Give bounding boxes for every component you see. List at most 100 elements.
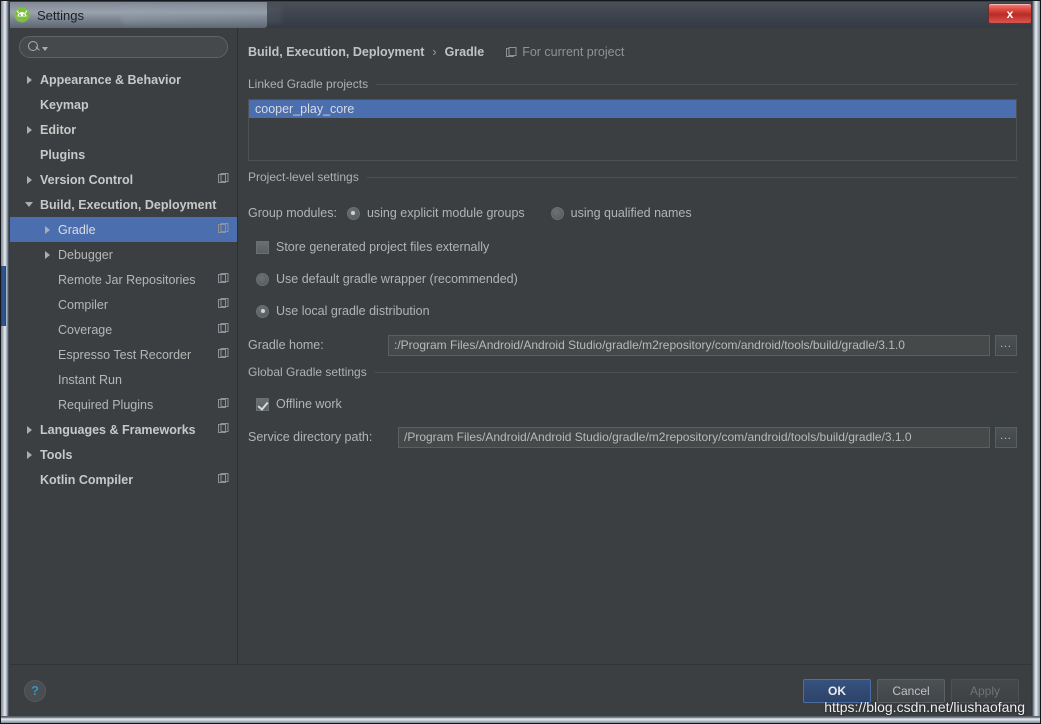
list-item[interactable]: cooper_play_core xyxy=(249,100,1016,118)
gradle-home-input[interactable]: :/Program Files/Android/Android Studio/g… xyxy=(388,335,990,356)
project-scope-icon xyxy=(218,348,229,359)
sidebar-item-coverage[interactable]: Coverage xyxy=(10,317,237,342)
search-input[interactable] xyxy=(48,39,219,55)
sidebar-item-label: Debugger xyxy=(58,248,113,262)
settings-dialog-window: Settings x Appearance & BehaviorKeymap Ed… xyxy=(0,0,1041,724)
chevron-right-icon[interactable] xyxy=(24,449,36,461)
gradle-settings-form: Linked Gradle projects cooper_play_core … xyxy=(238,62,1031,447)
detail-pane-scrollbar[interactable] xyxy=(1021,58,1031,664)
group-divider xyxy=(367,177,1017,178)
chevron-right-icon[interactable] xyxy=(24,74,36,86)
gradle-home-row: Gradle home: :/Program Files/Android/And… xyxy=(248,335,1017,355)
chevron-right-icon[interactable] xyxy=(24,124,36,136)
scope-indicator: For current project xyxy=(506,45,624,59)
sidebar-item-debugger[interactable]: Debugger xyxy=(10,242,237,267)
radio-qualified-names-label[interactable]: using qualified names xyxy=(571,206,692,220)
group-divider xyxy=(376,84,1017,85)
settings-tree[interactable]: Appearance & BehaviorKeymap Editor Plugins… xyxy=(10,65,237,664)
sidebar-item-label: Languages & Frameworks xyxy=(40,423,196,437)
sidebar-item-label: Kotlin Compiler xyxy=(40,473,133,487)
sidebar-item-label: Remote Jar Repositories xyxy=(58,273,196,287)
twisty-spacer xyxy=(24,99,36,111)
sidebar-item-compiler[interactable]: Compiler xyxy=(10,292,237,317)
sidebar-item-editor[interactable]: Editor xyxy=(10,117,237,142)
twisty-spacer xyxy=(42,349,54,361)
service-directory-input[interactable]: /Program Files/Android/Android Studio/gr… xyxy=(398,427,990,448)
checkbox-store-generated-files-externally[interactable] xyxy=(256,241,269,254)
dialog-content: Appearance & BehaviorKeymap Editor Plugins… xyxy=(10,28,1031,716)
dialog-main-split: Appearance & BehaviorKeymap Editor Plugins… xyxy=(10,28,1031,664)
settings-detail-pane: Build, Execution, Deployment › Gradle Fo… xyxy=(238,28,1031,664)
chevron-right-icon[interactable] xyxy=(42,224,54,236)
sidebar-item-gradle[interactable]: Gradle xyxy=(10,217,237,242)
android-studio-icon xyxy=(14,7,30,23)
group-modules-label: Group modules: xyxy=(248,206,337,220)
title-bar: Settings x xyxy=(2,2,1039,28)
sidebar-item-appearance-behavior[interactable]: Appearance & Behavior xyxy=(10,67,237,92)
search-box[interactable] xyxy=(19,36,228,58)
radio-explicit-module-groups[interactable] xyxy=(347,207,360,220)
chevron-right-icon[interactable] xyxy=(42,249,54,261)
twisty-spacer xyxy=(24,149,36,161)
use-wrapper-row: Use default gradle wrapper (recommended) xyxy=(248,269,1017,289)
service-directory-browse-button[interactable]: … xyxy=(995,427,1017,448)
window-edge-right xyxy=(1031,1,1040,723)
radio-use-default-gradle-wrapper[interactable] xyxy=(256,273,269,286)
watermark-text: https://blog.csdn.net/liushaofang xyxy=(824,699,1025,715)
group-divider xyxy=(375,372,1017,373)
project-scope-icon xyxy=(218,273,229,284)
window-edge-bottom xyxy=(1,716,1040,723)
gradle-home-label: Gradle home: xyxy=(248,338,388,352)
window-title: Settings xyxy=(37,8,84,23)
sidebar-item-label: Gradle xyxy=(58,223,96,237)
project-scope-icon xyxy=(218,223,229,234)
chevron-right-icon[interactable] xyxy=(24,424,36,436)
sidebar-item-keymap[interactable]: Keymap xyxy=(10,92,237,117)
linked-projects-list[interactable]: cooper_play_core xyxy=(248,99,1017,161)
breadcrumb: Build, Execution, Deployment › Gradle Fo… xyxy=(238,28,1031,62)
sidebar-item-plugins[interactable]: Plugins xyxy=(10,142,237,167)
use-local-distribution-row: Use local gradle distribution xyxy=(248,301,1017,321)
sidebar-item-label: Tools xyxy=(40,448,72,462)
chevron-down-icon[interactable] xyxy=(24,199,36,211)
twisty-spacer xyxy=(42,274,54,286)
sidebar-item-languages-frameworks[interactable]: Languages & Frameworks xyxy=(10,417,237,442)
project-scope-icon xyxy=(218,323,229,334)
sidebar-item-espresso-test-recorder[interactable]: Espresso Test Recorder xyxy=(10,342,237,367)
group-modules-row: Group modules: using explicit module gro… xyxy=(248,203,1017,223)
radio-qualified-names[interactable] xyxy=(551,207,564,220)
breadcrumb-current: Gradle xyxy=(445,45,485,59)
checkbox-offline-work-label[interactable]: Offline work xyxy=(276,397,342,411)
service-directory-row: Service directory path: /Program Files/A… xyxy=(248,427,1017,447)
linked-projects-group-header: Linked Gradle projects xyxy=(248,76,1017,92)
radio-use-local-gradle-distribution-label[interactable]: Use local gradle distribution xyxy=(276,304,430,318)
checkbox-offline-work[interactable] xyxy=(256,398,269,411)
settings-sidebar: Appearance & BehaviorKeymap Editor Plugins… xyxy=(10,28,238,664)
sidebar-item-instant-run[interactable]: Instant Run xyxy=(10,367,237,392)
sidebar-item-tools[interactable]: Tools xyxy=(10,442,237,467)
breadcrumb-parent[interactable]: Build, Execution, Deployment xyxy=(248,45,424,59)
checkbox-store-generated-files-externally-label[interactable]: Store generated project files externally xyxy=(276,240,489,254)
sidebar-item-kotlin-compiler[interactable]: Kotlin Compiler xyxy=(10,467,237,492)
radio-use-local-gradle-distribution[interactable] xyxy=(256,305,269,318)
gradle-home-browse-button[interactable]: … xyxy=(995,335,1017,356)
scope-label: For current project xyxy=(522,45,624,59)
sidebar-item-label: Coverage xyxy=(58,323,112,337)
help-button[interactable]: ? xyxy=(24,680,46,702)
sidebar-item-label: Plugins xyxy=(40,148,85,162)
service-directory-label: Service directory path: xyxy=(248,430,398,444)
twisty-spacer xyxy=(42,374,54,386)
close-button[interactable]: x xyxy=(988,3,1032,24)
radio-use-default-gradle-wrapper-label[interactable]: Use default gradle wrapper (recommended) xyxy=(276,272,518,286)
chevron-right-icon[interactable] xyxy=(24,174,36,186)
sidebar-item-build-execution-deployment[interactable]: Build, Execution, Deployment xyxy=(10,192,237,217)
search-icon xyxy=(28,41,40,53)
sidebar-item-label: Editor xyxy=(40,123,76,137)
twisty-spacer xyxy=(42,399,54,411)
sidebar-item-required-plugins[interactable]: Required Plugins xyxy=(10,392,237,417)
radio-explicit-module-groups-label[interactable]: using explicit module groups xyxy=(367,206,525,220)
breadcrumb-separator: › xyxy=(432,45,436,59)
sidebar-item-remote-jar-repositories[interactable]: Remote Jar Repositories xyxy=(10,267,237,292)
sidebar-item-version-control[interactable]: Version Control xyxy=(10,167,237,192)
project-scope-icon xyxy=(218,423,229,434)
